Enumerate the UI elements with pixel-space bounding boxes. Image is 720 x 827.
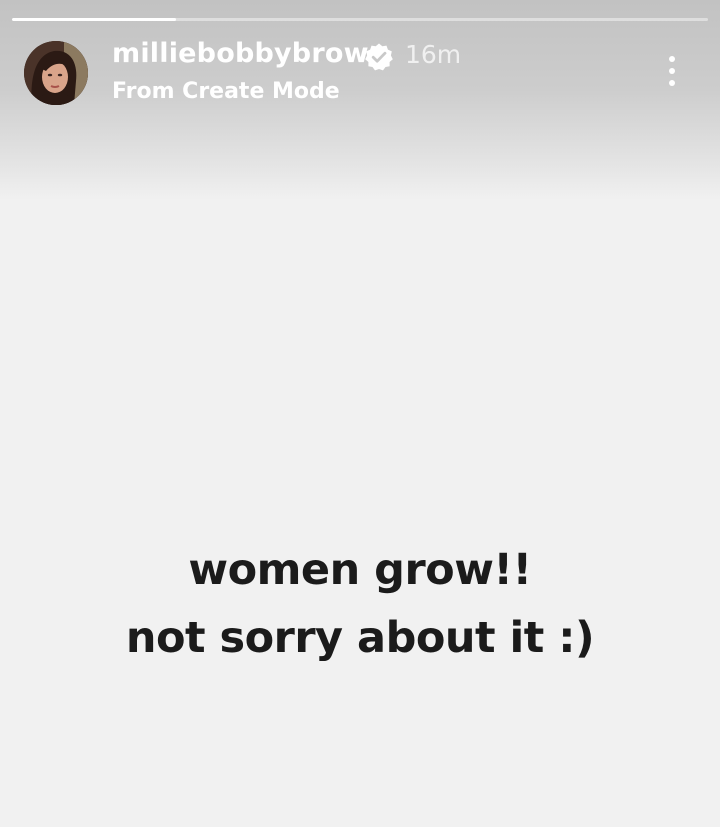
avatar[interactable] — [24, 41, 88, 105]
more-vertical-icon — [669, 68, 675, 74]
profile-photo-icon — [24, 41, 88, 105]
caption-line-2: not sorry about it :) — [125, 613, 595, 663]
more-vertical-icon — [669, 80, 675, 86]
story-viewer[interactable]: milliebobbybrown 16m From Create Mode wo… — [0, 0, 720, 827]
story-caption: women grow!! not sorry about it :) — [0, 536, 720, 672]
story-progress-fill — [12, 18, 176, 21]
caption-line-1: women grow!! — [188, 545, 532, 595]
more-vertical-icon — [669, 56, 675, 62]
username[interactable]: milliebobbybrown — [112, 38, 388, 69]
verified-badge-icon — [364, 42, 394, 72]
more-options-button[interactable] — [656, 52, 688, 90]
time-ago: 16m — [405, 40, 462, 69]
create-mode-label[interactable]: From Create Mode — [112, 79, 340, 104]
header-gradient — [0, 0, 720, 200]
story-progress-bar — [12, 18, 708, 21]
